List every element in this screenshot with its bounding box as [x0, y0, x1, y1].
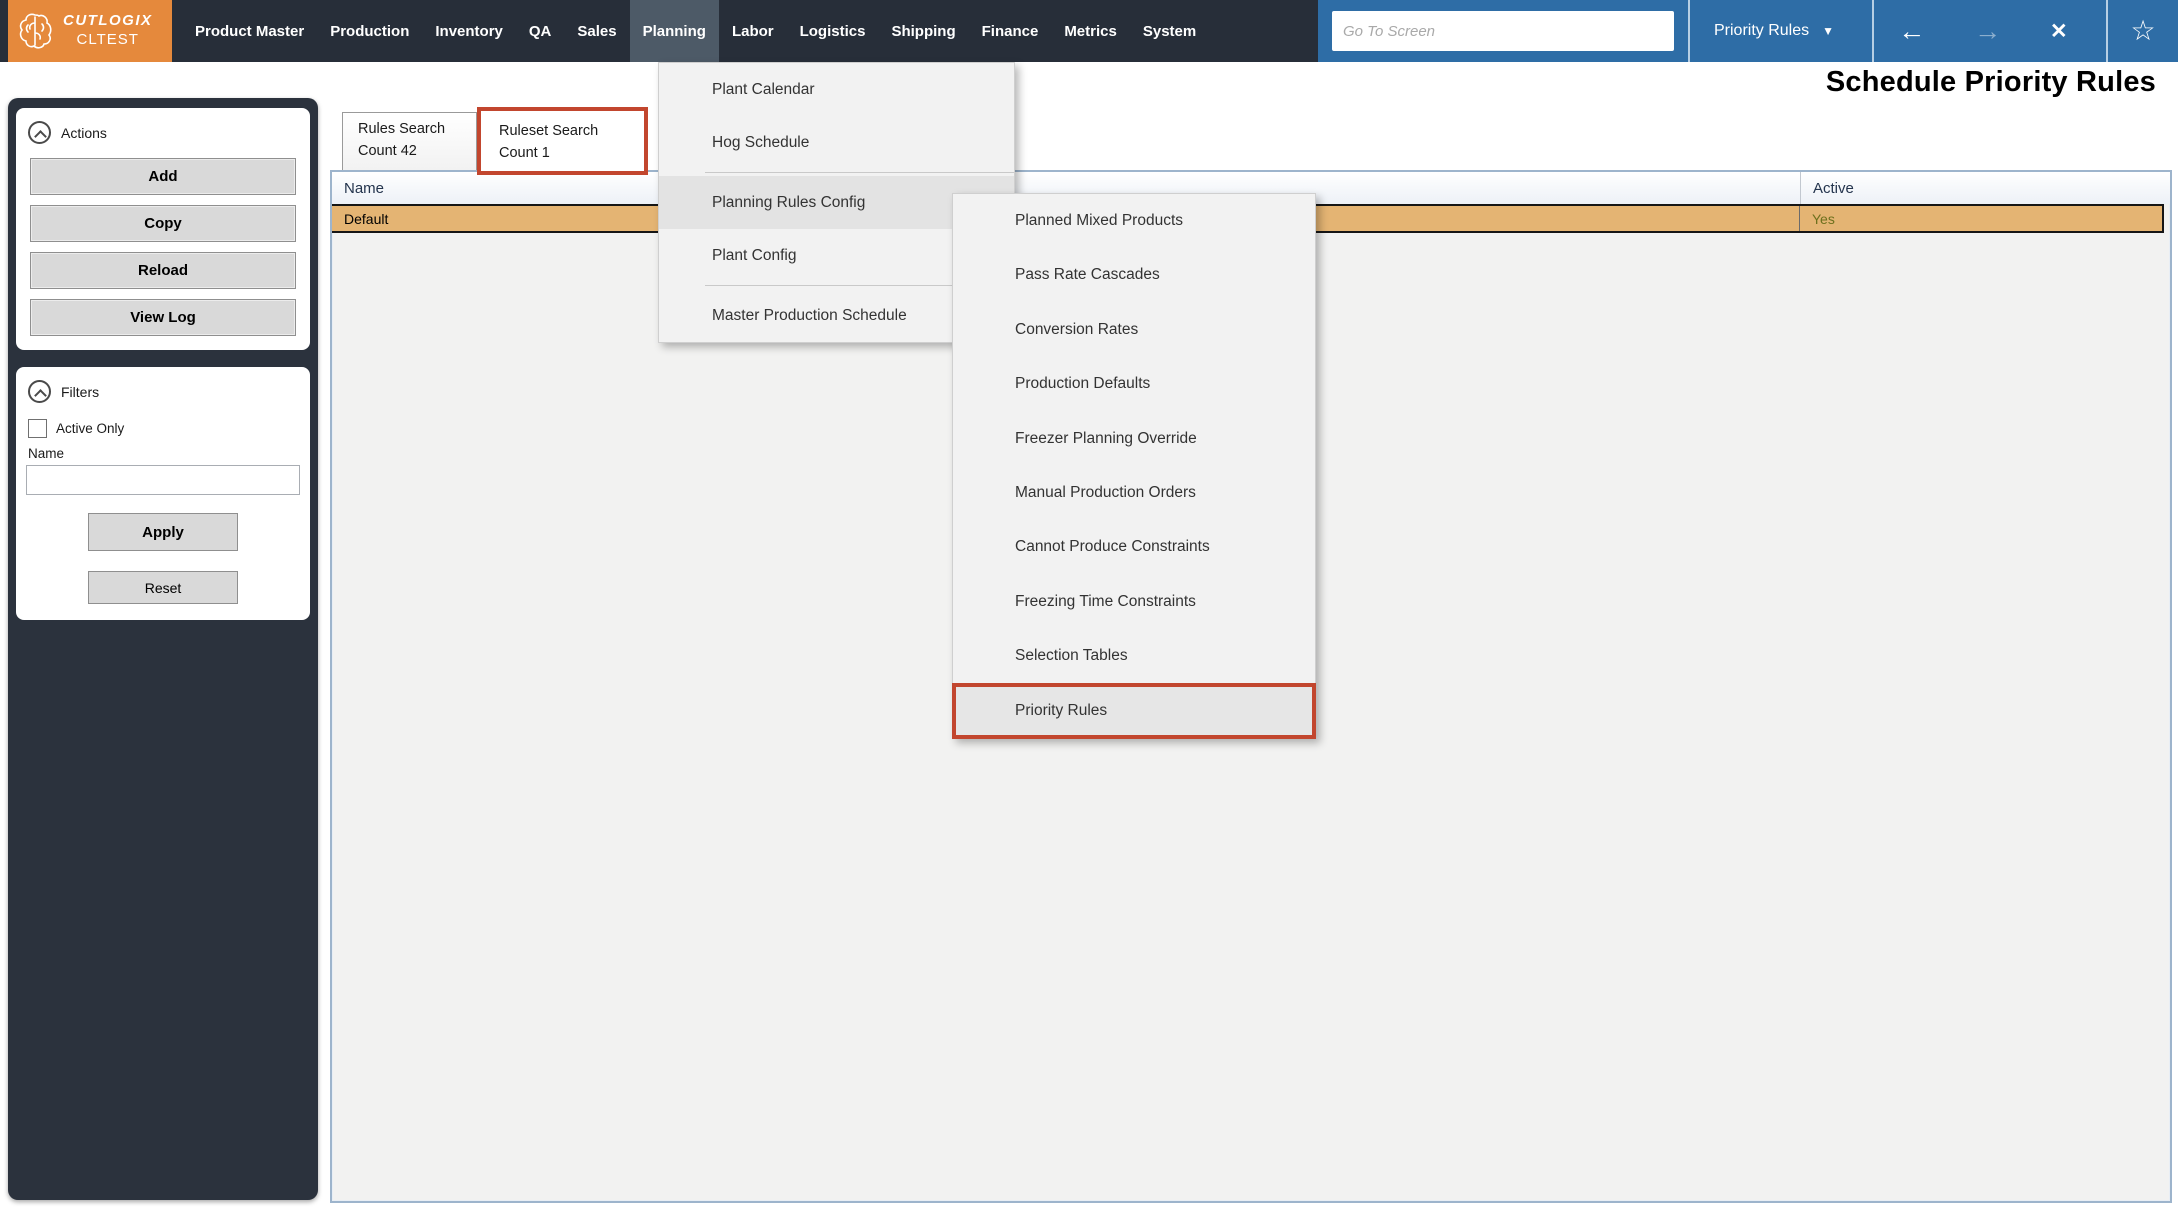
back-arrow-icon[interactable]: ←	[1898, 18, 1925, 45]
brand-name: CUTLOGIX	[63, 12, 153, 31]
actions-panel-title: Actions	[61, 125, 107, 141]
nav-item-system[interactable]: System	[1130, 0, 1209, 62]
tab-ruleset-search[interactable]: Ruleset Search Count 1	[477, 107, 648, 175]
go-to-screen-input[interactable]	[1332, 11, 1674, 51]
toolbar-divider	[2106, 0, 2108, 62]
brain-logo-icon	[16, 11, 54, 51]
close-icon[interactable]: ✕	[2050, 21, 2068, 42]
nav-item-logistics[interactable]: Logistics	[787, 0, 879, 62]
nav-item-product-master[interactable]: Product Master	[182, 0, 317, 62]
favorite-box: ☆	[2108, 17, 2178, 45]
nav-history-tools: ← → ✕	[1874, 18, 2092, 45]
chevron-down-icon: ▼	[1822, 24, 1834, 38]
top-nav-bar: CUTLOGIX CLTEST Product Master Productio…	[0, 0, 2178, 62]
submenu-item-planned-mixed-products[interactable]: Planned Mixed Products	[953, 194, 1315, 248]
submenu-item-priority-rules[interactable]: Priority Rules	[953, 684, 1315, 738]
filters-panel: Filters Active Only Name Apply Reset	[16, 367, 310, 620]
name-filter-input[interactable]	[26, 465, 300, 495]
nav-item-metrics[interactable]: Metrics	[1051, 0, 1130, 62]
environment-name: CLTEST	[77, 31, 139, 50]
sidebar: Actions Add Copy Reload View Log Filters…	[8, 98, 318, 1200]
reload-button[interactable]: Reload	[30, 252, 296, 289]
page-title: Schedule Priority Rules	[1826, 66, 2156, 99]
toolbar-divider	[1688, 0, 1690, 62]
nav-item-finance[interactable]: Finance	[969, 0, 1052, 62]
nav-item-qa[interactable]: QA	[516, 0, 565, 62]
nav-toolbar: Priority Rules ▼ ← → ✕ ☆	[1318, 0, 2178, 62]
nav-item-shipping[interactable]: Shipping	[878, 0, 968, 62]
screen-selector-value: Priority Rules	[1714, 22, 1809, 40]
nav-menu: Product Master Production Inventory QA S…	[182, 0, 1209, 62]
nav-item-production[interactable]: Production	[317, 0, 422, 62]
menu-separator	[705, 172, 1014, 173]
favorite-star-icon[interactable]: ☆	[2130, 17, 2155, 45]
menu-item-label: Planning Rules Config	[712, 194, 865, 211]
active-only-label: Active Only	[56, 421, 124, 436]
nav-item-sales[interactable]: Sales	[564, 0, 629, 62]
screen-selector-dropdown[interactable]: Priority Rules ▼	[1690, 22, 1858, 40]
collapse-chevron-up-icon[interactable]	[28, 380, 51, 403]
submenu-item-selection-tables[interactable]: Selection Tables	[953, 629, 1315, 683]
tab-ruleset-search-line2: Count 1	[499, 143, 644, 165]
reset-button[interactable]: Reset	[88, 571, 238, 604]
submenu-item-pass-rate-cascades[interactable]: Pass Rate Cascades	[953, 248, 1315, 302]
cell-active: Yes	[1799, 206, 2162, 231]
tab-rules-search[interactable]: Rules Search Count 42	[342, 112, 477, 170]
submenu-item-production-defaults[interactable]: Production Defaults	[953, 357, 1315, 411]
filters-panel-title: Filters	[61, 384, 99, 400]
nav-item-inventory[interactable]: Inventory	[422, 0, 516, 62]
menu-item-hog-schedule[interactable]: Hog Schedule	[659, 116, 1014, 169]
tab-rules-search-line2: Count 42	[358, 141, 476, 163]
tab-rules-search-line1: Rules Search	[358, 119, 476, 141]
copy-button[interactable]: Copy	[30, 205, 296, 242]
planning-rules-config-submenu: Planned Mixed Products Pass Rate Cascade…	[952, 193, 1316, 739]
submenu-item-conversion-rates[interactable]: Conversion Rates	[953, 303, 1315, 357]
nav-item-labor[interactable]: Labor	[719, 0, 787, 62]
submenu-item-freezer-planning-override[interactable]: Freezer Planning Override	[953, 412, 1315, 466]
tab-ruleset-search-line1: Ruleset Search	[499, 121, 644, 143]
menu-item-plant-calendar[interactable]: Plant Calendar	[659, 63, 1014, 116]
active-only-checkbox[interactable]	[28, 419, 47, 438]
view-log-button[interactable]: View Log	[30, 299, 296, 336]
menu-item-label: Plant Config	[712, 247, 796, 264]
nav-item-planning[interactable]: Planning	[630, 0, 719, 62]
collapse-chevron-up-icon[interactable]	[28, 121, 51, 144]
apply-button[interactable]: Apply	[88, 513, 238, 551]
name-filter-label: Name	[16, 438, 310, 465]
actions-panel: Actions Add Copy Reload View Log	[16, 108, 310, 350]
forward-arrow-icon[interactable]: →	[1974, 18, 2001, 45]
column-header-active[interactable]: Active	[1800, 172, 2170, 204]
submenu-item-freezing-time-constraints[interactable]: Freezing Time Constraints	[953, 575, 1315, 629]
toolbar-divider	[1872, 0, 1874, 62]
submenu-item-cannot-produce-constraints[interactable]: Cannot Produce Constraints	[953, 520, 1315, 574]
add-button[interactable]: Add	[30, 158, 296, 195]
submenu-item-manual-production-orders[interactable]: Manual Production Orders	[953, 466, 1315, 520]
app-logo: CUTLOGIX CLTEST	[8, 0, 172, 62]
